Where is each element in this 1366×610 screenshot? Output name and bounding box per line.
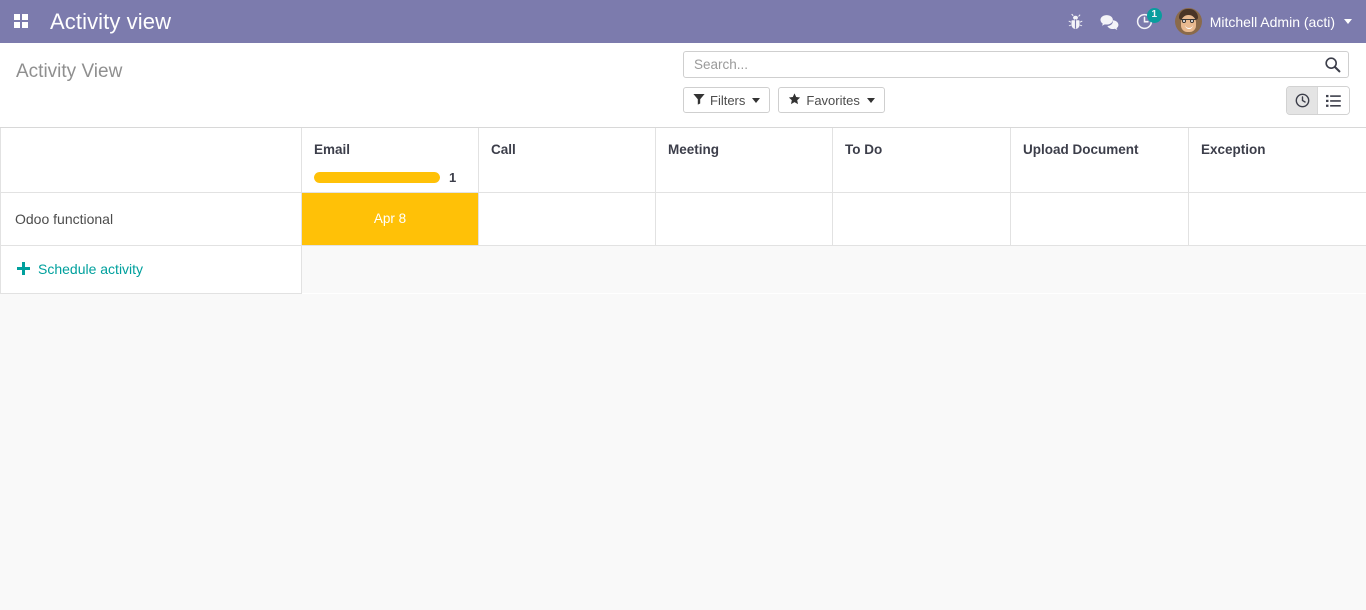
column-label: To Do [845,142,883,157]
view-switch-list[interactable] [1318,87,1349,114]
column-progress: 1 [314,170,466,185]
activity-chip[interactable] [1011,193,1188,245]
schedule-activity-label: Schedule activity [38,260,144,277]
column-header-meeting: Meeting [655,128,833,193]
navbar-right-tools: 1 Mitchell Admin (acti) [1068,8,1352,35]
schedule-activity-button[interactable]: Schedule activity [1,246,301,292]
view-switch-activity[interactable] [1287,87,1318,114]
apps-menu-button[interactable] [6,7,36,37]
activity-chip[interactable]: Apr 8 [302,192,478,245]
column-header-to-do: To Do [832,128,1011,193]
favorites-label: Favorites [806,92,860,108]
activity-chip[interactable] [1189,193,1366,245]
favorites-dropdown-button[interactable]: Favorites [778,87,885,113]
view-switcher [1286,86,1350,115]
breadcrumb: Activity View [16,61,123,82]
user-name-label: Mitchell Admin (acti) [1209,13,1335,30]
activity-table: Email 1 Call Meeting To Do Upload Docume… [0,128,1366,294]
column-label: Exception [1201,142,1266,157]
activity-chip[interactable] [833,193,1010,245]
corner-cell [0,128,302,193]
activity-cell-upload-document[interactable] [1010,192,1189,246]
activity-cell-meeting[interactable] [655,192,833,246]
chevron-down-icon [1344,19,1352,24]
column-header-email: Email 1 [301,128,479,193]
empty-cell [1188,245,1366,293]
column-header-call: Call [478,128,656,193]
activity-view-container: Email 1 Call Meeting To Do Upload Docume… [0,128,1366,294]
activity-cell-exception[interactable] [1188,192,1366,246]
empty-cell [301,245,479,293]
empty-cell [478,245,656,293]
activity-table-header: Email 1 Call Meeting To Do Upload Docume… [0,128,1366,193]
funnel-icon [693,93,705,108]
search-bar-container [683,51,1349,78]
activity-cell-email[interactable]: Apr 8 [301,192,479,246]
empty-cell [655,245,833,293]
column-label: Meeting [668,142,720,157]
column-label: Email [314,142,351,157]
empty-cell [832,245,1011,293]
record-name-label: Odoo functional [15,210,114,227]
filters-label: Filters [710,92,746,108]
bug-icon[interactable] [1068,13,1083,30]
filter-button-row: Filters Favorites [683,87,893,113]
empty-cell [1010,245,1189,293]
column-label: Call [491,142,516,157]
activity-cell-to-do[interactable] [832,192,1011,246]
activity-chip[interactable] [656,193,832,245]
activities-count-badge: 1 [1146,8,1162,23]
chevron-down-icon [866,97,875,103]
avatar [1174,8,1202,35]
record-name-cell[interactable]: Odoo functional [0,192,302,246]
clock-icon[interactable]: 1 [1136,8,1162,30]
top-navbar: Activity view 1 Mitchell Admin (acti) [0,0,1366,43]
activity-chip[interactable] [479,193,655,245]
search-view[interactable] [683,51,1349,78]
column-label: Upload Document [1023,142,1139,157]
apps-grid-icon [13,14,29,29]
search-icon[interactable] [1321,56,1344,73]
plus-icon [17,262,30,275]
page-title: Activity view [50,8,172,34]
filters-dropdown-button[interactable]: Filters [683,87,771,113]
chat-bubble-icon[interactable] [1100,14,1119,30]
user-menu[interactable]: Mitchell Admin (acti) [1174,8,1352,35]
control-panel: Activity View Filters [0,43,1366,128]
schedule-activity-cell[interactable]: Schedule activity [0,245,302,294]
star-icon [788,92,801,108]
schedule-activity-row: Schedule activity [0,245,1366,294]
activity-cell-call[interactable] [478,192,656,246]
progress-fill [314,172,440,183]
table-row: Odoo functional Apr 8 [0,192,1366,246]
chevron-down-icon [752,97,761,103]
progress-track [314,172,440,183]
column-header-exception: Exception [1188,128,1366,193]
search-input[interactable] [692,52,1321,77]
progress-count: 1 [449,170,457,185]
column-header-upload-document: Upload Document [1010,128,1189,193]
